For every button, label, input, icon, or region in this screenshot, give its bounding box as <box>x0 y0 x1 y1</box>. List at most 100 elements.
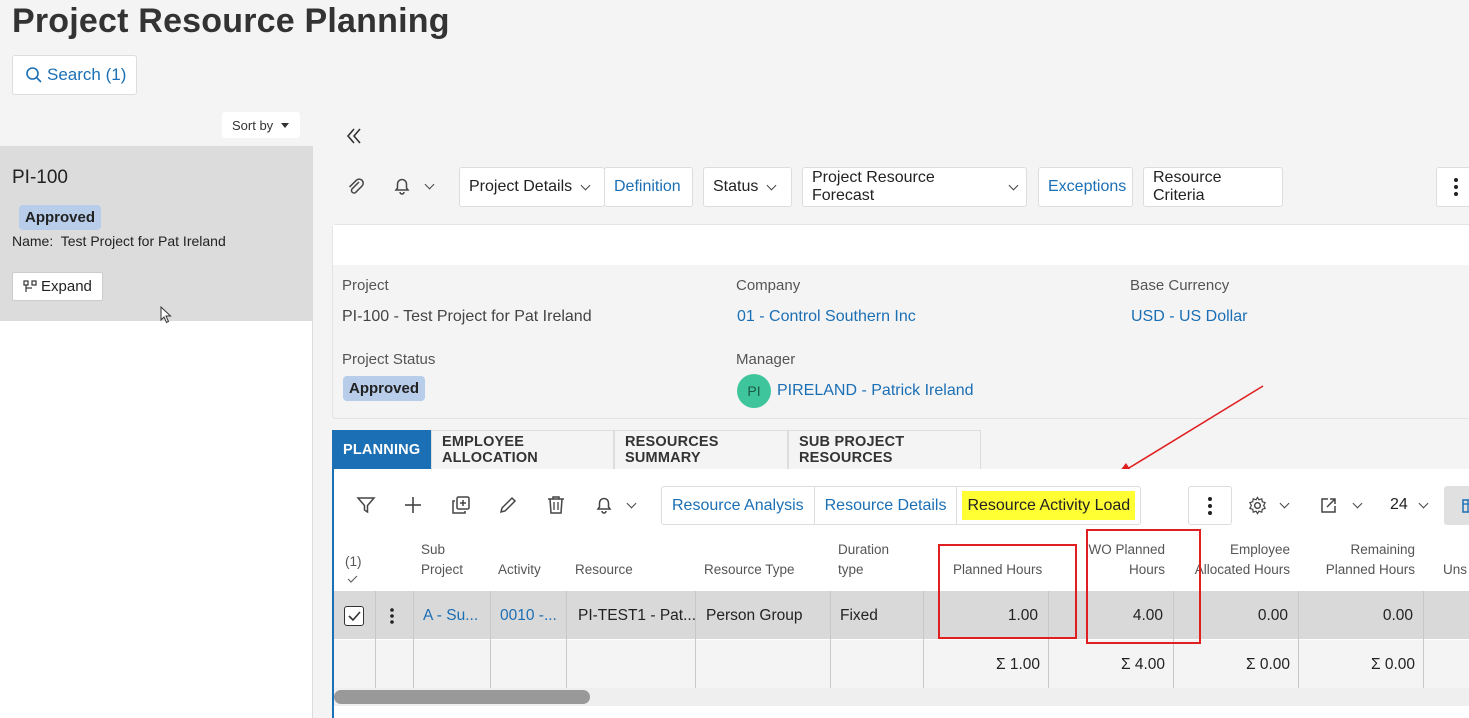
column-header-resource[interactable]: Resource <box>575 560 633 580</box>
resource-details-button[interactable]: Resource Details <box>815 487 958 524</box>
row-checkbox[interactable] <box>344 606 364 626</box>
cell-resource: PI-TEST1 - Pat... <box>578 607 696 624</box>
chevron-down-icon <box>424 179 435 189</box>
tab-resources-summary[interactable]: RESOURCES SUMMARY <box>614 430 788 469</box>
horizontal-scrollbar[interactable] <box>334 690 590 704</box>
table-view-toggle[interactable] <box>1444 486 1469 525</box>
column-header-unspecified[interactable]: Uns <box>1443 560 1467 580</box>
edit-pencil-icon[interactable] <box>495 492 521 518</box>
total-wo-planned-hours: Σ 4.00 <box>1120 656 1165 673</box>
grid-notification-dropdown[interactable] <box>594 495 637 515</box>
notification-dropdown[interactable] <box>392 176 435 196</box>
column-header-line: Project <box>421 562 464 577</box>
project-details-dropdown[interactable]: Project Details <box>459 167 605 207</box>
column-header-activity[interactable]: Activity <box>498 560 541 580</box>
tab-employee-allocation[interactable]: EMPLOYEE ALLOCATION <box>431 430 614 469</box>
hierarchy-icon <box>23 279 37 292</box>
page-size-dropdown[interactable]: 24 <box>1390 496 1429 514</box>
cell-sub-project-link[interactable]: A - Su... <box>423 607 478 625</box>
column-header-duration-type[interactable]: Duration type <box>838 540 889 580</box>
chevron-down-icon <box>1008 180 1019 190</box>
column-divider <box>1423 591 1424 689</box>
record-name: Name: Test Project for Pat Ireland <box>12 233 226 249</box>
status-dropdown[interactable]: Status <box>703 167 792 207</box>
caret-down-icon <box>281 122 290 128</box>
column-header-sub-project[interactable]: Sub Project <box>421 540 463 580</box>
more-actions-button[interactable] <box>1436 167 1469 207</box>
grid-more-button[interactable] <box>1188 486 1232 525</box>
checkmark-icon <box>347 611 361 621</box>
checkmark-icon <box>347 575 358 583</box>
collapse-panel-icon[interactable] <box>346 125 362 153</box>
chevron-down-icon <box>1279 498 1290 509</box>
add-icon[interactable] <box>400 492 426 518</box>
avatar: PI <box>737 374 771 408</box>
sort-by-label: Sort by <box>232 117 274 133</box>
duplicate-icon[interactable] <box>448 492 474 518</box>
project-status-badge: Approved <box>343 376 426 401</box>
expand-label: Expand <box>41 278 92 295</box>
manager-link[interactable]: PIRELAND - Patrick Ireland <box>777 382 974 400</box>
total-employee-allocated-hours: Σ 0.00 <box>1245 656 1290 673</box>
manager-label: Manager <box>736 351 796 368</box>
paperclip-icon[interactable] <box>345 176 365 200</box>
forecast-label: Project Resource Forecast <box>812 169 935 204</box>
status-label: Status <box>713 178 759 195</box>
column-divider <box>830 591 831 689</box>
export-icon <box>1321 498 1336 513</box>
column-divider <box>923 591 924 689</box>
export-dropdown[interactable] <box>1320 496 1363 514</box>
kebab-menu-icon <box>1208 496 1212 515</box>
tab-planning[interactable]: PLANNING <box>332 430 431 469</box>
record-name-value: Test Project for Pat Ireland <box>60 233 226 249</box>
cell-employee-allocated-hours: 0.00 <box>1257 607 1288 624</box>
cell-remaining-planned-hours: 0.00 <box>1382 607 1413 624</box>
bell-icon <box>596 497 612 514</box>
column-divider <box>413 591 414 689</box>
company-link[interactable]: 01 - Control Southern Inc <box>737 308 916 326</box>
header-card-banner <box>333 225 1469 265</box>
search-button[interactable]: Search (1) <box>12 55 137 95</box>
project-label: Project <box>342 277 389 294</box>
resource-analysis-button[interactable]: Resource Analysis <box>662 487 815 524</box>
exceptions-button[interactable]: Exceptions <box>1038 167 1133 207</box>
column-header-line: Remaining <box>1350 542 1415 557</box>
column-header-remaining-planned-hours[interactable]: Remaining Planned Hours <box>1305 540 1415 580</box>
total-planned-hours: Σ 1.00 <box>995 656 1040 673</box>
search-label: Search (1) <box>47 65 127 84</box>
project-resource-forecast-dropdown[interactable]: Project Resource Forecast <box>802 167 1027 207</box>
grid-settings-dropdown[interactable] <box>1248 496 1290 515</box>
row-menu-icon[interactable] <box>390 608 394 624</box>
cell-activity-link[interactable]: 0010 -... <box>500 607 557 625</box>
selection-count: (1) <box>345 554 362 569</box>
record-card-id: PI-100 <box>12 167 68 188</box>
record-name-label: Name: <box>12 233 54 249</box>
chevron-down-icon <box>1418 498 1429 508</box>
base-currency-link[interactable]: USD - US Dollar <box>1131 308 1247 326</box>
bell-icon <box>394 178 410 195</box>
column-header-line: Planned Hours <box>1325 562 1415 577</box>
column-divider <box>375 591 376 689</box>
resource-criteria-button[interactable]: Resource Criteria <box>1143 167 1283 207</box>
definition-button[interactable]: Definition <box>604 167 693 207</box>
column-divider <box>695 591 696 689</box>
annotation-arrow <box>1116 385 1264 476</box>
project-details-label: Project Details <box>469 178 573 195</box>
trash-icon[interactable] <box>543 492 569 518</box>
resource-activity-load-button[interactable]: Resource Activity Load <box>962 491 1136 520</box>
expand-button[interactable]: Expand <box>12 272 103 301</box>
gear-icon <box>1249 496 1266 515</box>
chevron-down-icon <box>626 498 637 508</box>
cell-resource-type: Person Group <box>706 607 803 624</box>
column-header-line: Sub <box>421 542 446 557</box>
table-view-icon <box>1462 498 1469 513</box>
project-status-label: Project Status <box>342 351 436 368</box>
sort-by-dropdown[interactable]: Sort by <box>222 112 300 138</box>
company-label: Company <box>736 277 801 294</box>
tab-sub-project-resources[interactable]: SUB PROJECT RESOURCES <box>788 430 981 469</box>
column-header-resource-type[interactable]: Resource Type <box>704 560 795 580</box>
record-status-badge: Approved <box>19 205 102 230</box>
search-icon <box>26 67 42 83</box>
filter-icon[interactable] <box>353 492 379 518</box>
column-divider <box>490 591 491 689</box>
